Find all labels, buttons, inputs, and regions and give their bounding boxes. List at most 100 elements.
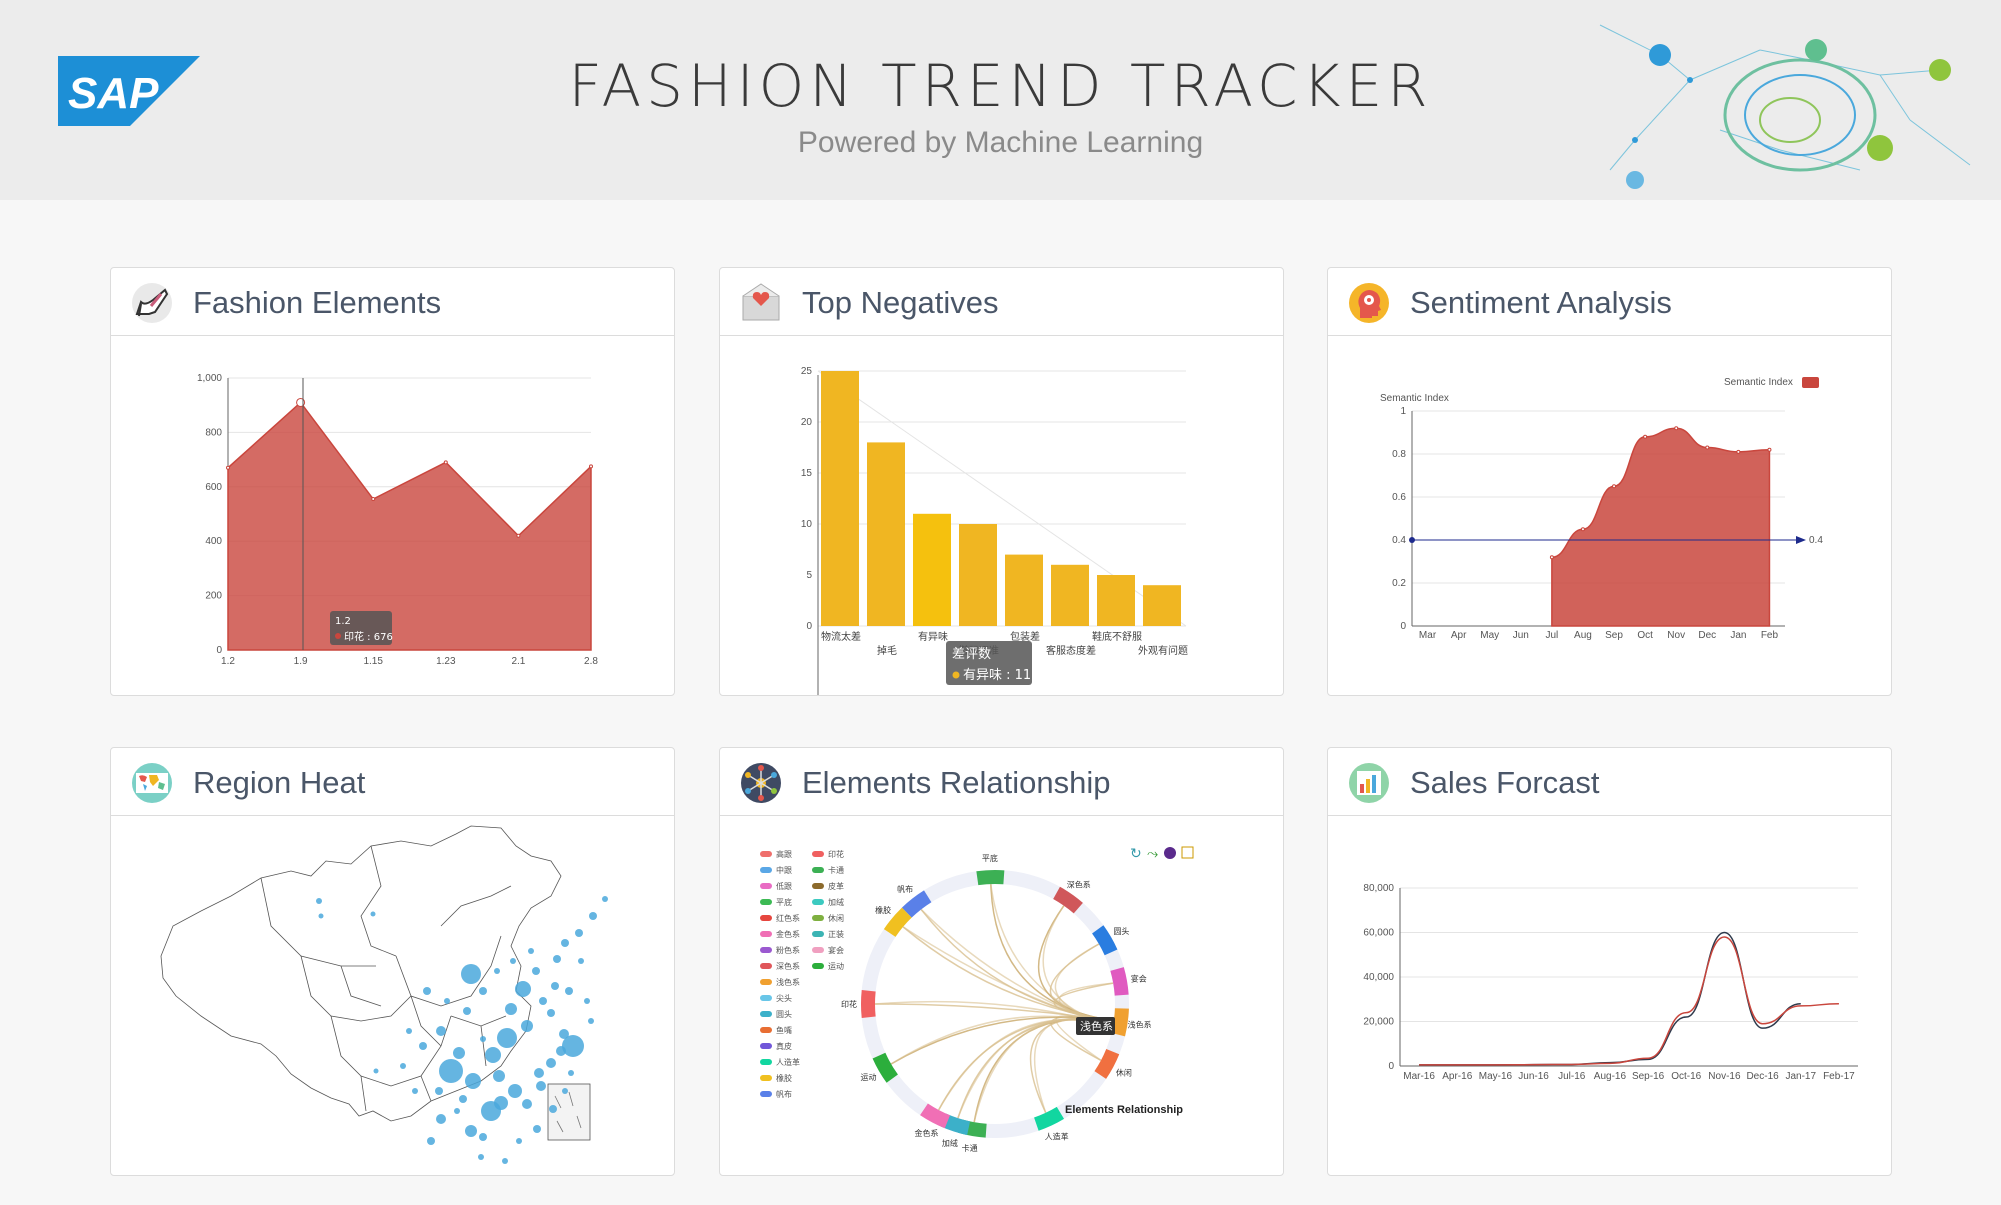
legend-swatch[interactable] bbox=[812, 915, 824, 921]
chord-arc[interactable] bbox=[1110, 967, 1129, 996]
heat-point[interactable] bbox=[602, 896, 608, 902]
legend-swatch[interactable] bbox=[812, 963, 824, 969]
heat-point[interactable] bbox=[547, 1009, 555, 1017]
heat-point[interactable] bbox=[502, 1158, 508, 1164]
heat-point[interactable] bbox=[534, 1068, 544, 1078]
chord-arc[interactable] bbox=[976, 870, 1005, 886]
legend-label[interactable]: 加绒 bbox=[828, 897, 844, 907]
legend-swatch[interactable] bbox=[760, 899, 772, 905]
heat-point[interactable] bbox=[406, 1028, 412, 1034]
legend-swatch[interactable] bbox=[812, 867, 824, 873]
bar[interactable] bbox=[821, 371, 859, 626]
legend-label[interactable]: 休闲 bbox=[828, 913, 844, 923]
data-point[interactable] bbox=[1736, 449, 1741, 454]
legend-swatch[interactable] bbox=[760, 1027, 772, 1033]
bar[interactable] bbox=[959, 524, 997, 626]
heat-point[interactable] bbox=[584, 998, 590, 1004]
legend-label[interactable]: 真皮 bbox=[776, 1041, 792, 1051]
legend-swatch[interactable] bbox=[760, 1043, 772, 1049]
legend-swatch[interactable] bbox=[760, 1059, 772, 1065]
legend-label[interactable]: 正装 bbox=[828, 929, 844, 939]
region-heat-map[interactable] bbox=[111, 816, 674, 1175]
heat-point[interactable] bbox=[494, 968, 500, 974]
heat-point[interactable] bbox=[454, 1108, 460, 1114]
legend-label[interactable]: 鱼嘴 bbox=[776, 1025, 792, 1035]
heat-point[interactable] bbox=[562, 1088, 568, 1094]
heat-point[interactable] bbox=[419, 1042, 427, 1050]
legend-swatch[interactable] bbox=[812, 931, 824, 937]
chord-arc[interactable] bbox=[861, 989, 876, 1019]
heat-point[interactable] bbox=[444, 998, 450, 1004]
heat-point[interactable] bbox=[423, 987, 431, 995]
heat-point[interactable] bbox=[532, 967, 540, 975]
legend-label[interactable]: 红色系 bbox=[776, 913, 800, 923]
legend-label[interactable]: 帆布 bbox=[776, 1089, 792, 1099]
bar[interactable] bbox=[1143, 585, 1181, 626]
legend-swatch[interactable] bbox=[812, 883, 824, 889]
save-image-icon[interactable] bbox=[1181, 846, 1194, 859]
heat-point[interactable] bbox=[568, 1070, 574, 1076]
heat-point[interactable] bbox=[551, 982, 559, 990]
heat-point[interactable] bbox=[485, 1047, 501, 1063]
data-point[interactable] bbox=[1705, 445, 1710, 450]
data-point[interactable] bbox=[371, 497, 376, 502]
data-point[interactable] bbox=[1674, 426, 1679, 431]
heat-point[interactable] bbox=[578, 958, 584, 964]
legend-label[interactable]: 深色系 bbox=[776, 961, 800, 971]
heat-point[interactable] bbox=[561, 939, 569, 947]
heat-point[interactable] bbox=[480, 1036, 486, 1042]
heat-point[interactable] bbox=[465, 1073, 481, 1089]
legend-label[interactable]: 低跟 bbox=[776, 881, 792, 891]
legend-swatch[interactable] bbox=[760, 947, 772, 953]
legend-label[interactable]: 人造革 bbox=[776, 1057, 800, 1067]
heat-point[interactable] bbox=[521, 1020, 533, 1032]
heat-point[interactable] bbox=[439, 1059, 463, 1083]
data-point[interactable] bbox=[1767, 447, 1772, 452]
heat-point[interactable] bbox=[508, 1084, 522, 1098]
legend-label[interactable]: 皮革 bbox=[828, 881, 844, 891]
bar[interactable] bbox=[867, 442, 905, 626]
top-negatives-chart[interactable]: 0510152025 物流太差掉毛有异味鞋码不准包装差客服态度差鞋底不舒服外观有… bbox=[720, 336, 1283, 695]
legend-swatch[interactable] bbox=[812, 899, 824, 905]
bar[interactable] bbox=[913, 513, 951, 626]
bar[interactable] bbox=[1051, 564, 1089, 626]
heat-point[interactable] bbox=[510, 958, 516, 964]
heat-point[interactable] bbox=[565, 987, 573, 995]
legend-label[interactable]: 中跟 bbox=[776, 865, 792, 875]
heat-point[interactable] bbox=[562, 1035, 584, 1057]
data-point[interactable] bbox=[1612, 484, 1617, 489]
heat-point[interactable] bbox=[588, 1018, 594, 1024]
heat-point[interactable] bbox=[497, 1028, 517, 1048]
data-point[interactable] bbox=[226, 465, 230, 470]
heat-point[interactable] bbox=[459, 1095, 467, 1103]
legend-swatch[interactable] bbox=[760, 1011, 772, 1017]
legend-label[interactable]: 圆头 bbox=[776, 1009, 792, 1019]
heat-point[interactable] bbox=[427, 1137, 435, 1145]
data-point[interactable] bbox=[1643, 434, 1648, 439]
heat-point[interactable] bbox=[539, 997, 547, 1005]
data-point[interactable] bbox=[443, 460, 448, 465]
heat-point[interactable] bbox=[493, 1070, 505, 1082]
legend-label[interactable]: 印花 bbox=[828, 849, 844, 859]
legend-swatch[interactable] bbox=[760, 1075, 772, 1081]
legend-swatch[interactable] bbox=[760, 963, 772, 969]
legend-label[interactable]: 浅色系 bbox=[776, 977, 800, 987]
heat-point[interactable] bbox=[575, 929, 583, 937]
heat-point[interactable] bbox=[453, 1047, 465, 1059]
heat-point[interactable] bbox=[494, 1096, 508, 1110]
data-point[interactable] bbox=[1580, 527, 1585, 532]
legend-label[interactable]: 高跟 bbox=[776, 849, 792, 859]
heat-point[interactable] bbox=[589, 912, 597, 920]
heat-point[interactable] bbox=[373, 1068, 379, 1074]
heat-point[interactable] bbox=[536, 1081, 546, 1091]
heat-point[interactable] bbox=[479, 987, 487, 995]
chart-toolbox[interactable]: ↻ ⤳ bbox=[1130, 845, 1194, 861]
fashion-elements-chart[interactable]: 0 200 400 600 800 1,000 1.2 1.9 1.15 1.23 2.1 2.8 … bbox=[111, 336, 674, 695]
heat-point[interactable] bbox=[528, 948, 534, 954]
bar[interactable] bbox=[1005, 554, 1043, 626]
elements-relationship-chart[interactable]: 高跟 中跟 低跟 平底 红色系 金色系 粉色系 深色系 浅色系 尖头 圆头 鱼嘴 真皮 人造革 橡胶 帆布 印花… bbox=[720, 816, 1283, 1175]
heat-point[interactable] bbox=[316, 898, 322, 904]
legend-label[interactable]: 粉色系 bbox=[776, 945, 800, 955]
heat-point[interactable] bbox=[549, 1105, 557, 1113]
heat-point[interactable] bbox=[478, 1154, 484, 1160]
